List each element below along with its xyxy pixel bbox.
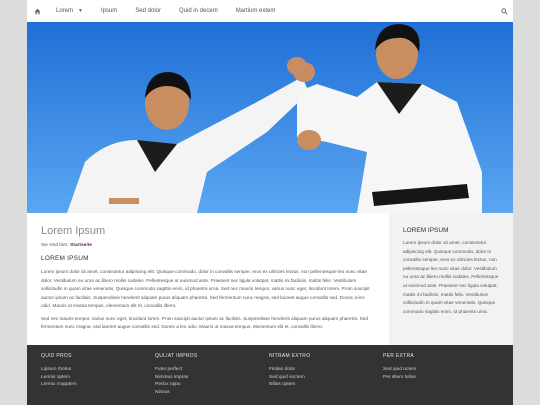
- footer-link[interactable]: Lermis optem: [41, 374, 155, 382]
- nav-item-ipsum[interactable]: Ipsum: [92, 0, 126, 22]
- footer-link[interactable]: Sed quid exctem: [269, 374, 383, 382]
- footer-link[interactable]: Nimius: [155, 389, 269, 397]
- nav-item-quid-in-decem[interactable]: Quid in decem: [170, 0, 227, 22]
- search-icon: [500, 7, 508, 15]
- nav-item-label: Quid in decem: [179, 8, 218, 14]
- footer-heading: PER EXTRA: [383, 353, 415, 359]
- footer-column: QULIAT IMPROS Futur perfect Nimmus impra…: [155, 353, 269, 405]
- page: Lorem ▼ Ipsum Sed dolor Quid in decem Ma…: [27, 0, 513, 405]
- sidebar-heading: LOREM IPSUM: [403, 227, 449, 234]
- nav-item-label: Ipsum: [100, 8, 118, 14]
- section-heading: LOREM IPSUM: [41, 255, 89, 262]
- home-icon: [34, 8, 40, 14]
- sidebar-text: Lorem ipsum dolor sit amet, consectetur …: [403, 240, 499, 314]
- footer: QUID PROS Lipsum rhotus Lermis optem Ler…: [27, 345, 513, 405]
- body-paragraph: Sed nec mauris tempor, varius nunc eget,…: [41, 315, 368, 330]
- search-button[interactable]: [495, 0, 513, 22]
- sidebar: LOREM IPSUM Lorem ipsum dolor sit amet, …: [389, 213, 513, 345]
- home-button[interactable]: [27, 0, 47, 22]
- chevron-down-icon: ▼: [78, 8, 83, 14]
- footer-link[interactable]: Lermix mopptem: [41, 381, 155, 389]
- footer-link[interactable]: Sed quid octem: [383, 366, 497, 374]
- nav-item-lorem[interactable]: Lorem ▼: [47, 0, 92, 22]
- footer-link[interactable]: Futur perfect: [155, 366, 269, 374]
- page-title: Lorem Ipsum: [41, 225, 106, 237]
- footer-column: PER EXTRA Sed quid octem Per sltem tulio…: [383, 353, 497, 405]
- nav-item-martium-extem[interactable]: Martium extem: [227, 0, 285, 22]
- top-navigation: Lorem ▼ Ipsum Sed dolor Quid in decem Ma…: [27, 0, 513, 23]
- main-content: Lorem Ipsum Sie sind hier: Startseite LO…: [27, 213, 387, 345]
- breadcrumb-prefix: Sie sind hier:: [41, 243, 69, 248]
- footer-heading: QULIAT IMPROS: [155, 353, 198, 359]
- breadcrumb: Sie sind hier: Startseite: [41, 243, 373, 248]
- footer-link[interactable]: Perlox oppo: [155, 381, 269, 389]
- nav-item-sed-dolor[interactable]: Sed dolor: [126, 0, 170, 22]
- footer-column: QUID PROS Lipsum rhotus Lermis optem Ler…: [41, 353, 155, 405]
- footer-link[interactable]: Nillas optem: [269, 381, 383, 389]
- nav-item-label: Lorem: [56, 8, 74, 14]
- footer-link[interactable]: Finitas dolor: [269, 366, 383, 374]
- footer-heading: QUID PROS: [41, 353, 72, 359]
- footer-link[interactable]: Lipsum rhotus: [41, 366, 155, 374]
- nav-item-label: Sed dolor: [135, 8, 161, 14]
- hero-image: [27, 22, 513, 213]
- nav-item-label: Martium extem: [235, 8, 276, 14]
- body-paragraph: Lorem ipsum dolor sit amet, consectetur …: [41, 269, 370, 308]
- breadcrumb-link-home[interactable]: Startseite: [70, 243, 92, 248]
- footer-link[interactable]: Nimmus impras: [155, 374, 269, 382]
- footer-link[interactable]: Per sltem tulios: [383, 374, 497, 382]
- footer-heading: NITRAM EXTRO: [269, 353, 311, 359]
- footer-column: NITRAM EXTRO Finitas dolor Sed quid exct…: [269, 353, 383, 405]
